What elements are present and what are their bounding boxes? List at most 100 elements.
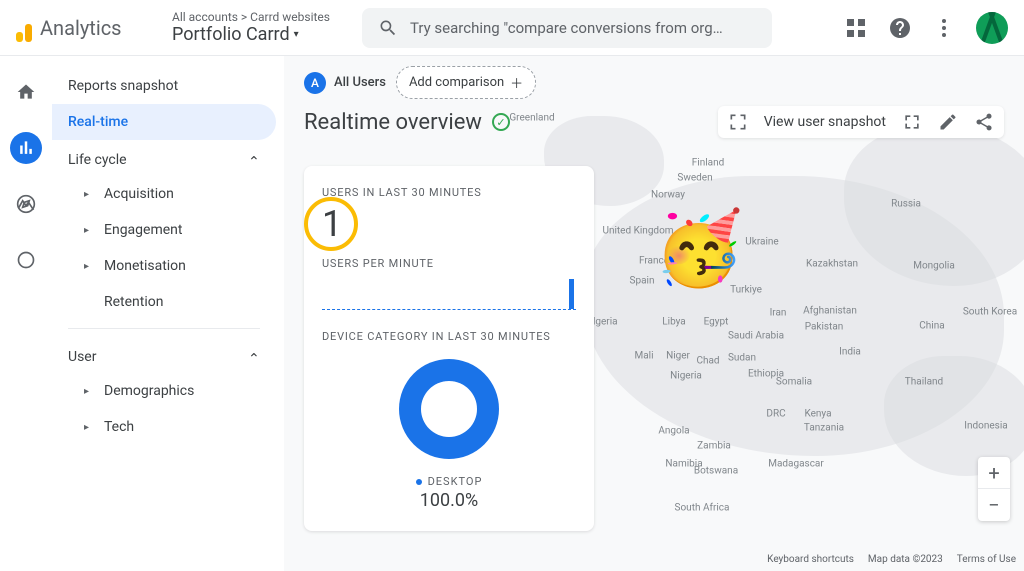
analytics-logo-icon [16, 14, 32, 42]
caret-right-icon: ▸ [84, 422, 94, 433]
rail-advertising[interactable] [10, 244, 42, 276]
check-circle-icon: ✓ [492, 113, 510, 131]
chevron-down-icon: ▾ [294, 29, 299, 40]
users-last-30-label: USERS IN LAST 30 MINUTES [322, 186, 576, 199]
map-label: Pakistan [805, 322, 844, 333]
nav-tech[interactable]: ▸Tech [52, 409, 276, 445]
share-icon[interactable] [974, 112, 994, 132]
map-label: DRC [766, 409, 785, 420]
map-label: China [919, 321, 944, 332]
segment-badge: A [304, 72, 326, 94]
map-label: Mongolia [913, 261, 955, 272]
map-label: Zambia [697, 441, 731, 452]
search-icon [378, 18, 398, 38]
nav-section-lifecycle[interactable]: Life cycle ⌄ [52, 140, 276, 176]
search-placeholder: Try searching "compare conversions from … [410, 19, 723, 37]
reports-sidebar: Reports snapshot Real-time Life cycle ⌄ … [52, 56, 284, 571]
highlight-circle-annotation [304, 197, 358, 251]
device-category-label: DEVICE CATEGORY IN LAST 30 MINUTES [322, 330, 576, 343]
map-label: Niger [666, 351, 690, 362]
users-last-30-value: 1 [322, 203, 342, 245]
page-title: Realtime overview ✓ [304, 110, 510, 135]
segment-controls: A All Users Add comparison ＋ [304, 66, 536, 99]
map-label: Russia [891, 199, 921, 210]
map-label: Libya [662, 317, 685, 328]
title-actions: View user snapshot [718, 106, 1004, 138]
device-legend: DESKTOP 100.0% [322, 475, 576, 511]
add-comparison-button[interactable]: Add comparison ＋ [396, 66, 536, 99]
party-emoji-annotation: 🥳 [654, 206, 744, 291]
focus-icon[interactable] [728, 112, 748, 132]
rail-home[interactable] [10, 76, 42, 108]
more-vert-icon[interactable] [932, 16, 956, 40]
header-actions [844, 12, 1008, 44]
search-input[interactable]: Try searching "compare conversions from … [362, 8, 772, 48]
realtime-stats-card: USERS IN LAST 30 MINUTES 1 USERS PER MIN… [304, 166, 594, 531]
terms-link[interactable]: Terms of Use [957, 554, 1016, 565]
divider [68, 328, 260, 329]
segment-all-users[interactable]: A All Users [304, 72, 386, 94]
caret-right-icon: ▸ [84, 189, 94, 200]
caret-right-icon: ▸ [84, 261, 94, 272]
map-label: Iran [770, 308, 787, 319]
nav-retention[interactable]: Retention [52, 284, 276, 320]
chevron-up-icon: ⌄ [248, 349, 260, 365]
app-header: Analytics All accounts > Carrd websites … [0, 0, 1024, 56]
view-user-snapshot-button[interactable]: View user snapshot [764, 114, 886, 130]
fullscreen-icon[interactable] [902, 112, 922, 132]
nav-realtime[interactable]: Real-time [52, 104, 276, 140]
nav-monetisation[interactable]: ▸Monetisation [52, 248, 276, 284]
map-label: Ukraine [745, 237, 778, 248]
rail-explore[interactable] [10, 188, 42, 220]
property-name: Portfolio Carrd ▾ [172, 24, 330, 45]
nav-reports-snapshot[interactable]: Reports snapshot [52, 68, 276, 104]
property-selector[interactable]: All accounts > Carrd websites Portfolio … [172, 10, 330, 45]
nav-engagement[interactable]: ▸Engagement [52, 212, 276, 248]
map-label: Afghanistan [803, 306, 857, 317]
zoom-in-button[interactable]: + [978, 457, 1010, 489]
map-label: India [839, 347, 861, 358]
nav-demographics[interactable]: ▸Demographics [52, 373, 276, 409]
legend-percentage: 100.0% [420, 490, 478, 511]
keyboard-shortcuts-link[interactable]: Keyboard shortcuts [767, 554, 854, 565]
map-label: Saudi Arabia [728, 331, 784, 342]
device-donut-chart [399, 359, 499, 459]
map-label: Spain [630, 276, 655, 287]
map-label: South Korea [963, 307, 1017, 318]
users-per-minute-label: USERS PER MINUTE [322, 257, 576, 270]
map-data-label: Map data ©2023 [868, 554, 943, 565]
nav-section-user[interactable]: User ⌄ [52, 337, 276, 373]
map-label: Madagascar [768, 459, 824, 470]
legend-name: DESKTOP [428, 475, 483, 488]
segment-label: All Users [334, 75, 386, 90]
map-label: Finland [692, 158, 725, 169]
help-icon[interactable] [888, 16, 912, 40]
main-content: Greenland Finland Sweden Norway United K… [284, 56, 1024, 571]
caret-right-icon: ▸ [84, 225, 94, 236]
nav-rail [0, 56, 52, 571]
rail-reports[interactable] [10, 132, 42, 164]
map-label: Kazakhstan [806, 259, 858, 270]
users-per-minute-chart [322, 274, 576, 310]
map-label: Tanzania [804, 423, 844, 434]
map-label: Sweden [677, 173, 712, 184]
apps-icon[interactable] [844, 16, 868, 40]
avatar[interactable] [976, 12, 1008, 44]
edit-icon[interactable] [938, 112, 958, 132]
zoom-out-button[interactable]: − [978, 489, 1010, 521]
legend-dot-icon [416, 479, 422, 485]
plus-icon: ＋ [510, 73, 523, 92]
map-attribution: Keyboard shortcuts Map data ©2023 Terms … [767, 554, 1016, 565]
caret-right-icon: ▸ [84, 386, 94, 397]
map-label: Nigeria [670, 371, 702, 382]
logo[interactable]: Analytics [16, 14, 156, 42]
map-label: South Africa [675, 503, 730, 514]
map-label: Botswana [694, 466, 738, 477]
map-label: Mali [634, 351, 653, 362]
chevron-up-icon: ⌄ [248, 152, 260, 168]
account-path: All accounts > Carrd websites [172, 10, 330, 24]
logo-text: Analytics [40, 16, 122, 40]
map-label: Kenya [804, 409, 831, 420]
nav-acquisition[interactable]: ▸Acquisition [52, 176, 276, 212]
map-label: Egypt [704, 317, 729, 328]
